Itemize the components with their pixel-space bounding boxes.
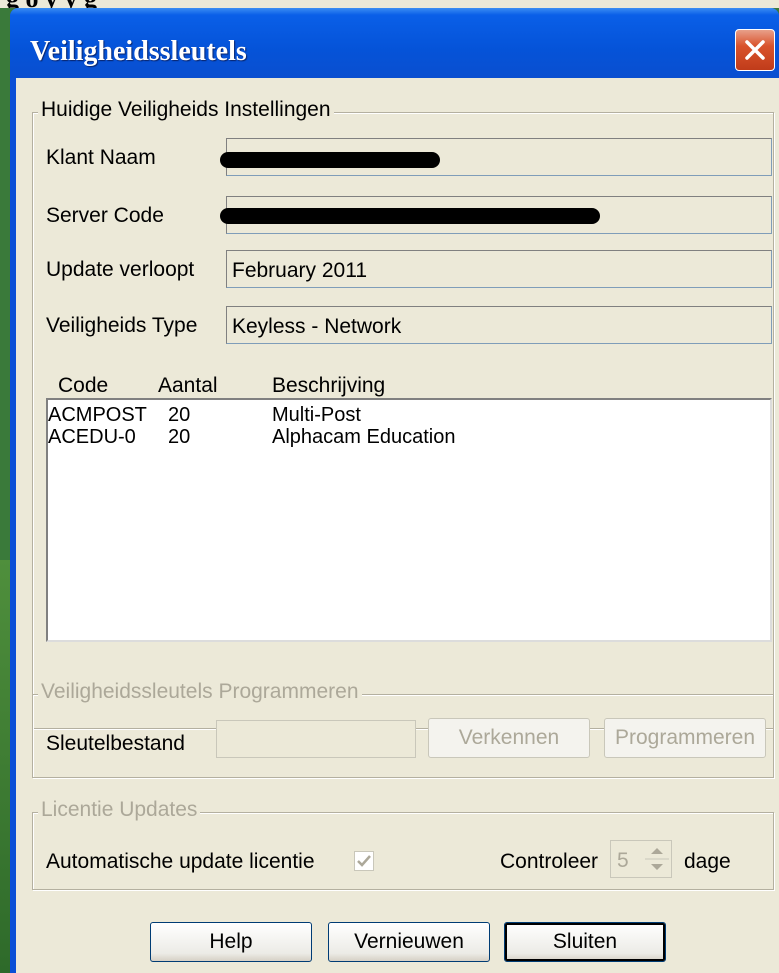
license-description: Multi-Post	[272, 404, 361, 426]
close-window-button[interactable]	[735, 29, 775, 71]
check-interval-label: Controleer	[500, 850, 599, 873]
customer-name-redaction	[220, 152, 440, 168]
license-updates-legend: Licentie Updates	[38, 798, 201, 822]
check-days-spinner[interactable]: 5	[610, 840, 672, 878]
security-type-label: Veiligheids Type	[46, 314, 198, 337]
column-header-count[interactable]: Aantal	[158, 374, 218, 398]
security-type-field[interactable]: Keyless - Network	[226, 306, 772, 344]
close-button[interactable]: Sluiten	[504, 922, 666, 962]
close-icon	[745, 40, 765, 60]
list-item[interactable]: ACEDU-0 20 Alphacam Education	[48, 426, 770, 448]
auto-update-label: Automatische update licentie	[46, 850, 315, 873]
window-title: Veiligheidssleutels	[30, 36, 247, 67]
customer-name-label: Klant Naam	[46, 146, 156, 169]
license-count: 20	[168, 404, 191, 426]
update-expires-label: Update verloopt	[46, 258, 195, 281]
background-text: g o y y g	[6, 0, 97, 8]
license-code: ACMPOST	[48, 404, 147, 426]
license-count: 20	[168, 426, 191, 448]
current-settings-legend: Huidige Veiligheids Instellingen	[38, 98, 334, 122]
check-days-value: 5	[617, 849, 629, 872]
update-expires-field[interactable]: February 2011	[226, 250, 772, 288]
program-keys-legend: Veiligheidssleutels Programmeren	[38, 680, 362, 704]
license-list[interactable]: ACMPOST 20 Multi-Post ACEDU-0 20 Alphaca…	[46, 398, 772, 642]
server-code-redaction	[220, 208, 600, 224]
program-button[interactable]: Programmeren	[604, 718, 766, 758]
license-description: Alphacam Education	[272, 426, 456, 448]
auto-update-checkbox[interactable]	[354, 851, 374, 871]
help-button[interactable]: Help	[150, 922, 312, 962]
checkmark-icon	[357, 855, 371, 867]
refresh-button[interactable]: Vernieuwen	[328, 922, 490, 962]
dialog-body: Huidige Veiligheids Instellingen Klant N…	[16, 78, 779, 973]
days-label: dage	[684, 850, 731, 873]
license-code: ACEDU-0	[48, 426, 136, 448]
column-header-description[interactable]: Beschrijving	[272, 374, 385, 398]
server-code-label: Server Code	[46, 204, 164, 227]
browse-button[interactable]: Verkennen	[428, 718, 590, 758]
key-file-input[interactable]	[216, 720, 416, 758]
key-file-label: Sleutelbestand	[46, 732, 185, 755]
list-item[interactable]: ACMPOST 20 Multi-Post	[48, 404, 770, 426]
background-window-strip: g o y y g	[0, 0, 779, 8]
dialog-window: Veiligheidssleutels Huidige Veiligheids …	[10, 8, 779, 973]
spin-arrows-icon[interactable]	[643, 841, 671, 877]
column-header-code[interactable]: Code	[58, 374, 108, 398]
title-bar[interactable]: Veiligheidssleutels	[10, 8, 779, 78]
